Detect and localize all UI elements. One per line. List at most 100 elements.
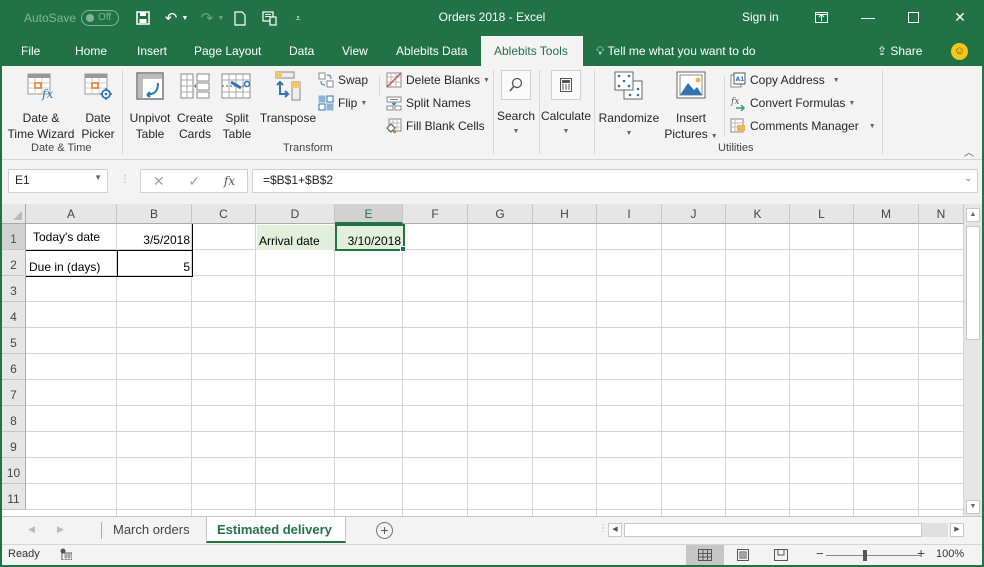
scroll-down-icon[interactable]: ▼ — [966, 500, 980, 514]
cell-b1[interactable]: 3/5/2018 — [118, 233, 193, 247]
tab-ablebits-tools[interactable]: Ablebits Tools — [481, 36, 583, 66]
column-header-e[interactable]: E — [335, 204, 403, 224]
row-header-4[interactable]: 4 — [2, 302, 26, 328]
column-header-d[interactable]: D — [256, 204, 335, 224]
scroll-right-icon[interactable]: ▶ — [950, 523, 964, 537]
scroll-left-icon[interactable]: ◀ — [608, 523, 622, 537]
zoom-out-button[interactable]: − — [816, 546, 824, 561]
column-header-h[interactable]: H — [533, 204, 597, 224]
column-header-i[interactable]: I — [597, 204, 662, 224]
column-header-f[interactable]: F — [403, 204, 468, 224]
expand-formula-bar-icon[interactable]: ⌄ — [964, 173, 972, 184]
cancel-icon[interactable]: ✕ — [153, 173, 165, 190]
row-header-1[interactable]: 1 — [2, 224, 26, 250]
prev-sheet-icon[interactable]: ◀ — [28, 524, 35, 535]
sign-in-link[interactable]: Sign in — [742, 10, 779, 24]
copy-address-button[interactable]: A1 Copy Address ▼ — [730, 70, 840, 90]
cell-b2[interactable]: 5 — [118, 260, 193, 274]
normal-view-button[interactable] — [686, 545, 724, 565]
column-header-n[interactable]: N — [919, 204, 964, 224]
row-header-6[interactable]: 6 — [2, 354, 26, 380]
new-sheet-icon[interactable]: + — [376, 522, 393, 539]
column-header-k[interactable]: K — [726, 204, 790, 224]
delete-blanks-button[interactable]: Delete Blanks ▼ — [386, 70, 490, 90]
collapse-ribbon-icon[interactable]: ︿ — [964, 144, 974, 159]
page-break-view-button[interactable] — [762, 545, 800, 565]
column-header-c[interactable]: C — [192, 204, 256, 224]
tab-page-layout[interactable]: Page Layout — [188, 36, 267, 66]
tab-file[interactable]: File — [15, 36, 46, 66]
macro-recording-icon[interactable] — [60, 548, 72, 560]
date-picker-button[interactable]: Date Picker — [78, 70, 118, 142]
insert-pictures-button[interactable]: Insert Pictures ▼ — [662, 70, 720, 145]
row-header-8[interactable]: 8 — [2, 406, 26, 432]
transpose-button[interactable]: Transpose — [258, 70, 318, 126]
tab-insert[interactable]: Insert — [131, 36, 173, 66]
sheet-tab-march-orders[interactable]: March orders — [103, 517, 200, 543]
minimize-icon[interactable]: — — [853, 6, 883, 28]
cell-a2[interactable]: Due in (days) — [26, 260, 103, 274]
row-header-11[interactable]: 11 — [2, 484, 26, 510]
randomize-button[interactable]: Randomize ▼ — [598, 70, 660, 142]
tab-home[interactable]: Home — [69, 36, 113, 66]
name-box[interactable]: E1 ▼ — [8, 169, 108, 193]
worksheet-grid[interactable]: ABCDEFGHIJKLMN 1 2 3 4 5 6 7 8 9 10 11 Today's dat… — [2, 204, 964, 516]
tab-split-handle[interactable]: ⋮ — [598, 523, 608, 534]
split-table-button[interactable]: Split Table — [218, 70, 256, 142]
split-names-button[interactable]: Split Names — [386, 93, 471, 113]
horizontal-scroll-thumb[interactable] — [624, 523, 922, 537]
tell-me-search[interactable]: 💡︎ Tell me what you want to do — [596, 36, 756, 66]
column-header-a[interactable]: A — [26, 204, 117, 224]
column-header-b[interactable]: B — [117, 204, 192, 224]
flip-button[interactable]: Flip ▼ — [318, 93, 367, 113]
tab-ablebits-data[interactable]: Ablebits Data — [390, 36, 473, 66]
horizontal-scrollbar[interactable]: ◀ ▶ — [608, 523, 964, 539]
unpivot-table-button[interactable]: Unpivot Table — [126, 70, 174, 142]
convert-formulas-button[interactable]: fx Convert Formulas ▼ — [730, 93, 855, 113]
column-header-l[interactable]: L — [790, 204, 854, 224]
create-cards-button[interactable]: Create Cards — [176, 70, 214, 142]
zoom-slider-track[interactable] — [826, 555, 920, 556]
row-header-10[interactable]: 10 — [2, 458, 26, 484]
sheet-tab-estimated-delivery[interactable]: Estimated delivery — [206, 517, 346, 543]
formula-bar-resize-handle[interactable]: ⋮ — [120, 174, 130, 185]
name-box-dropdown-icon[interactable]: ▼ — [94, 173, 102, 182]
select-all-button[interactable] — [2, 204, 26, 224]
row-header-3[interactable]: 3 — [2, 276, 26, 302]
fill-blank-cells-button[interactable]: Fill Blank Cells — [386, 116, 485, 136]
enter-icon[interactable]: ✓ — [188, 173, 200, 190]
search-button[interactable]: Search ▼ — [496, 70, 536, 140]
comments-manager-button[interactable]: Comments Manager ▼ — [730, 116, 876, 136]
close-icon[interactable]: ✕ — [945, 6, 975, 28]
column-header-j[interactable]: J — [662, 204, 726, 224]
row-header-7[interactable]: 7 — [2, 380, 26, 406]
column-header-m[interactable]: M — [854, 204, 919, 224]
scroll-up-icon[interactable]: ▲ — [966, 208, 980, 222]
row-header-9[interactable]: 9 — [2, 432, 26, 458]
maximize-icon[interactable] — [898, 6, 928, 28]
tab-view[interactable]: View — [336, 36, 374, 66]
ribbon-display-options-icon[interactable] — [806, 6, 836, 28]
row-header-2[interactable]: 2 — [2, 250, 26, 276]
tab-data[interactable]: Data — [283, 36, 320, 66]
feedback-smiley-icon[interactable]: ☺ — [951, 43, 968, 60]
randomize-dropdown-icon: ▼ — [625, 130, 633, 137]
page-layout-view-button[interactable] — [724, 545, 762, 565]
next-sheet-icon[interactable]: ▶ — [57, 524, 64, 535]
vertical-scrollbar[interactable]: ▲ ▼ — [964, 204, 982, 516]
fill-handle[interactable] — [400, 246, 406, 252]
zoom-level[interactable]: 100% — [936, 548, 964, 560]
cell-d1[interactable]: Arrival date — [256, 234, 323, 248]
vertical-scroll-thumb[interactable] — [966, 226, 980, 340]
row-header-5[interactable]: 5 — [2, 328, 26, 354]
swap-button[interactable]: Swap — [318, 70, 368, 90]
insert-function-icon[interactable]: fx — [224, 174, 235, 188]
date-time-wizard-button[interactable]: fx Date & Time Wizard — [6, 70, 76, 142]
zoom-slider-thumb[interactable] — [863, 550, 867, 561]
calculate-button[interactable]: Calculate ▼ — [540, 70, 592, 140]
column-header-g[interactable]: G — [468, 204, 533, 224]
share-button[interactable]: ⇪ Share — [877, 36, 922, 66]
formula-input[interactable]: =$B$1+$B$2 ⌄ — [252, 169, 978, 193]
cell-a1[interactable]: Today's date — [30, 230, 103, 244]
zoom-in-button[interactable]: + — [917, 545, 925, 561]
